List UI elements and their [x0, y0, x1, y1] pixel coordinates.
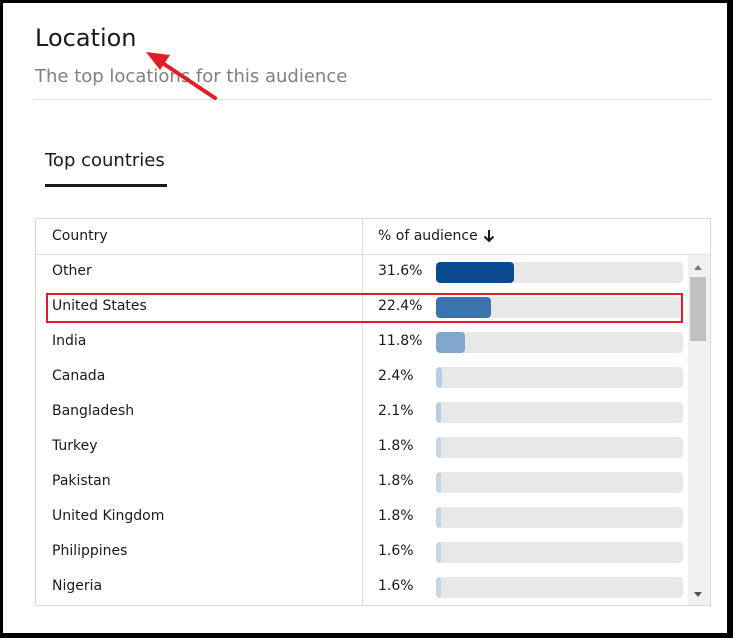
audience-bar — [436, 542, 441, 563]
tab-label: Top countries — [45, 150, 165, 171]
audience-bar — [436, 367, 442, 388]
audience-bar — [436, 472, 441, 493]
audience-bar — [436, 507, 441, 528]
audience-percent: 1.6% — [378, 578, 414, 594]
audience-percent: 1.8% — [378, 438, 414, 454]
highlight-box — [46, 293, 683, 323]
table-row: Canada 2.4% — [36, 360, 688, 395]
audience-bar-track — [436, 507, 683, 528]
audience-bar — [436, 402, 442, 423]
audience-bar-track — [436, 332, 683, 353]
audience-bar-track — [436, 367, 683, 388]
tab-top-countries[interactable]: Top countries — [45, 147, 167, 187]
table-row: India 11.8% — [36, 325, 688, 360]
audience-percent: 2.1% — [378, 403, 414, 419]
audience-bar-track — [436, 262, 683, 283]
audience-percent: 11.8% — [378, 333, 423, 349]
table-row: United Kingdom 1.8% — [36, 500, 688, 535]
audience-bar — [436, 577, 441, 598]
country-name: Canada — [52, 368, 106, 384]
table-row: Other 31.6% — [36, 255, 688, 290]
audience-bar-track — [436, 577, 683, 598]
country-name: Other — [52, 263, 92, 279]
table-row: Philippines 1.6% — [36, 535, 688, 570]
arrow-down-icon[interactable] — [482, 228, 496, 244]
table-header: Country % of audience — [36, 219, 710, 255]
audience-percent: 1.8% — [378, 473, 414, 489]
audience-percent: 1.8% — [378, 508, 414, 524]
scroll-thumb[interactable] — [690, 277, 706, 341]
audience-bar-track — [436, 472, 683, 493]
column-header-audience[interactable]: % of audience — [378, 228, 478, 244]
table-row: Nigeria 1.6% — [36, 570, 688, 605]
country-name: Philippines — [52, 543, 128, 559]
audience-bar — [436, 332, 466, 353]
country-name: Bangladesh — [52, 403, 135, 419]
audience-percent: 31.6% — [378, 263, 423, 279]
country-name: Turkey — [52, 438, 98, 454]
country-name: United Kingdom — [52, 508, 165, 524]
table-row: Bangladesh 2.1% — [36, 395, 688, 430]
annotation-arrow-icon — [146, 52, 217, 100]
audience-bar-track — [436, 542, 683, 563]
audience-bar-track — [436, 437, 683, 458]
audience-bar — [436, 437, 441, 458]
country-name: Pakistan — [52, 473, 111, 489]
country-name: Nigeria — [52, 578, 103, 594]
audience-bar — [436, 262, 515, 283]
scroll-down-icon[interactable] — [694, 592, 702, 597]
countries-table: Country % of audience Other 31.6% United S… — [35, 218, 711, 606]
table-row: Turkey 1.8% — [36, 430, 688, 465]
scrollbar[interactable] — [688, 255, 710, 605]
country-name: India — [52, 333, 87, 349]
audience-percent: 1.6% — [378, 543, 414, 559]
table-row: Pakistan 1.8% — [36, 465, 688, 500]
audience-percent: 2.4% — [378, 368, 414, 384]
scroll-up-icon[interactable] — [694, 265, 702, 270]
audience-bar-track — [436, 402, 683, 423]
column-header-country[interactable]: Country — [52, 228, 108, 244]
location-card: Location The top locations for this audi… — [3, 3, 727, 633]
